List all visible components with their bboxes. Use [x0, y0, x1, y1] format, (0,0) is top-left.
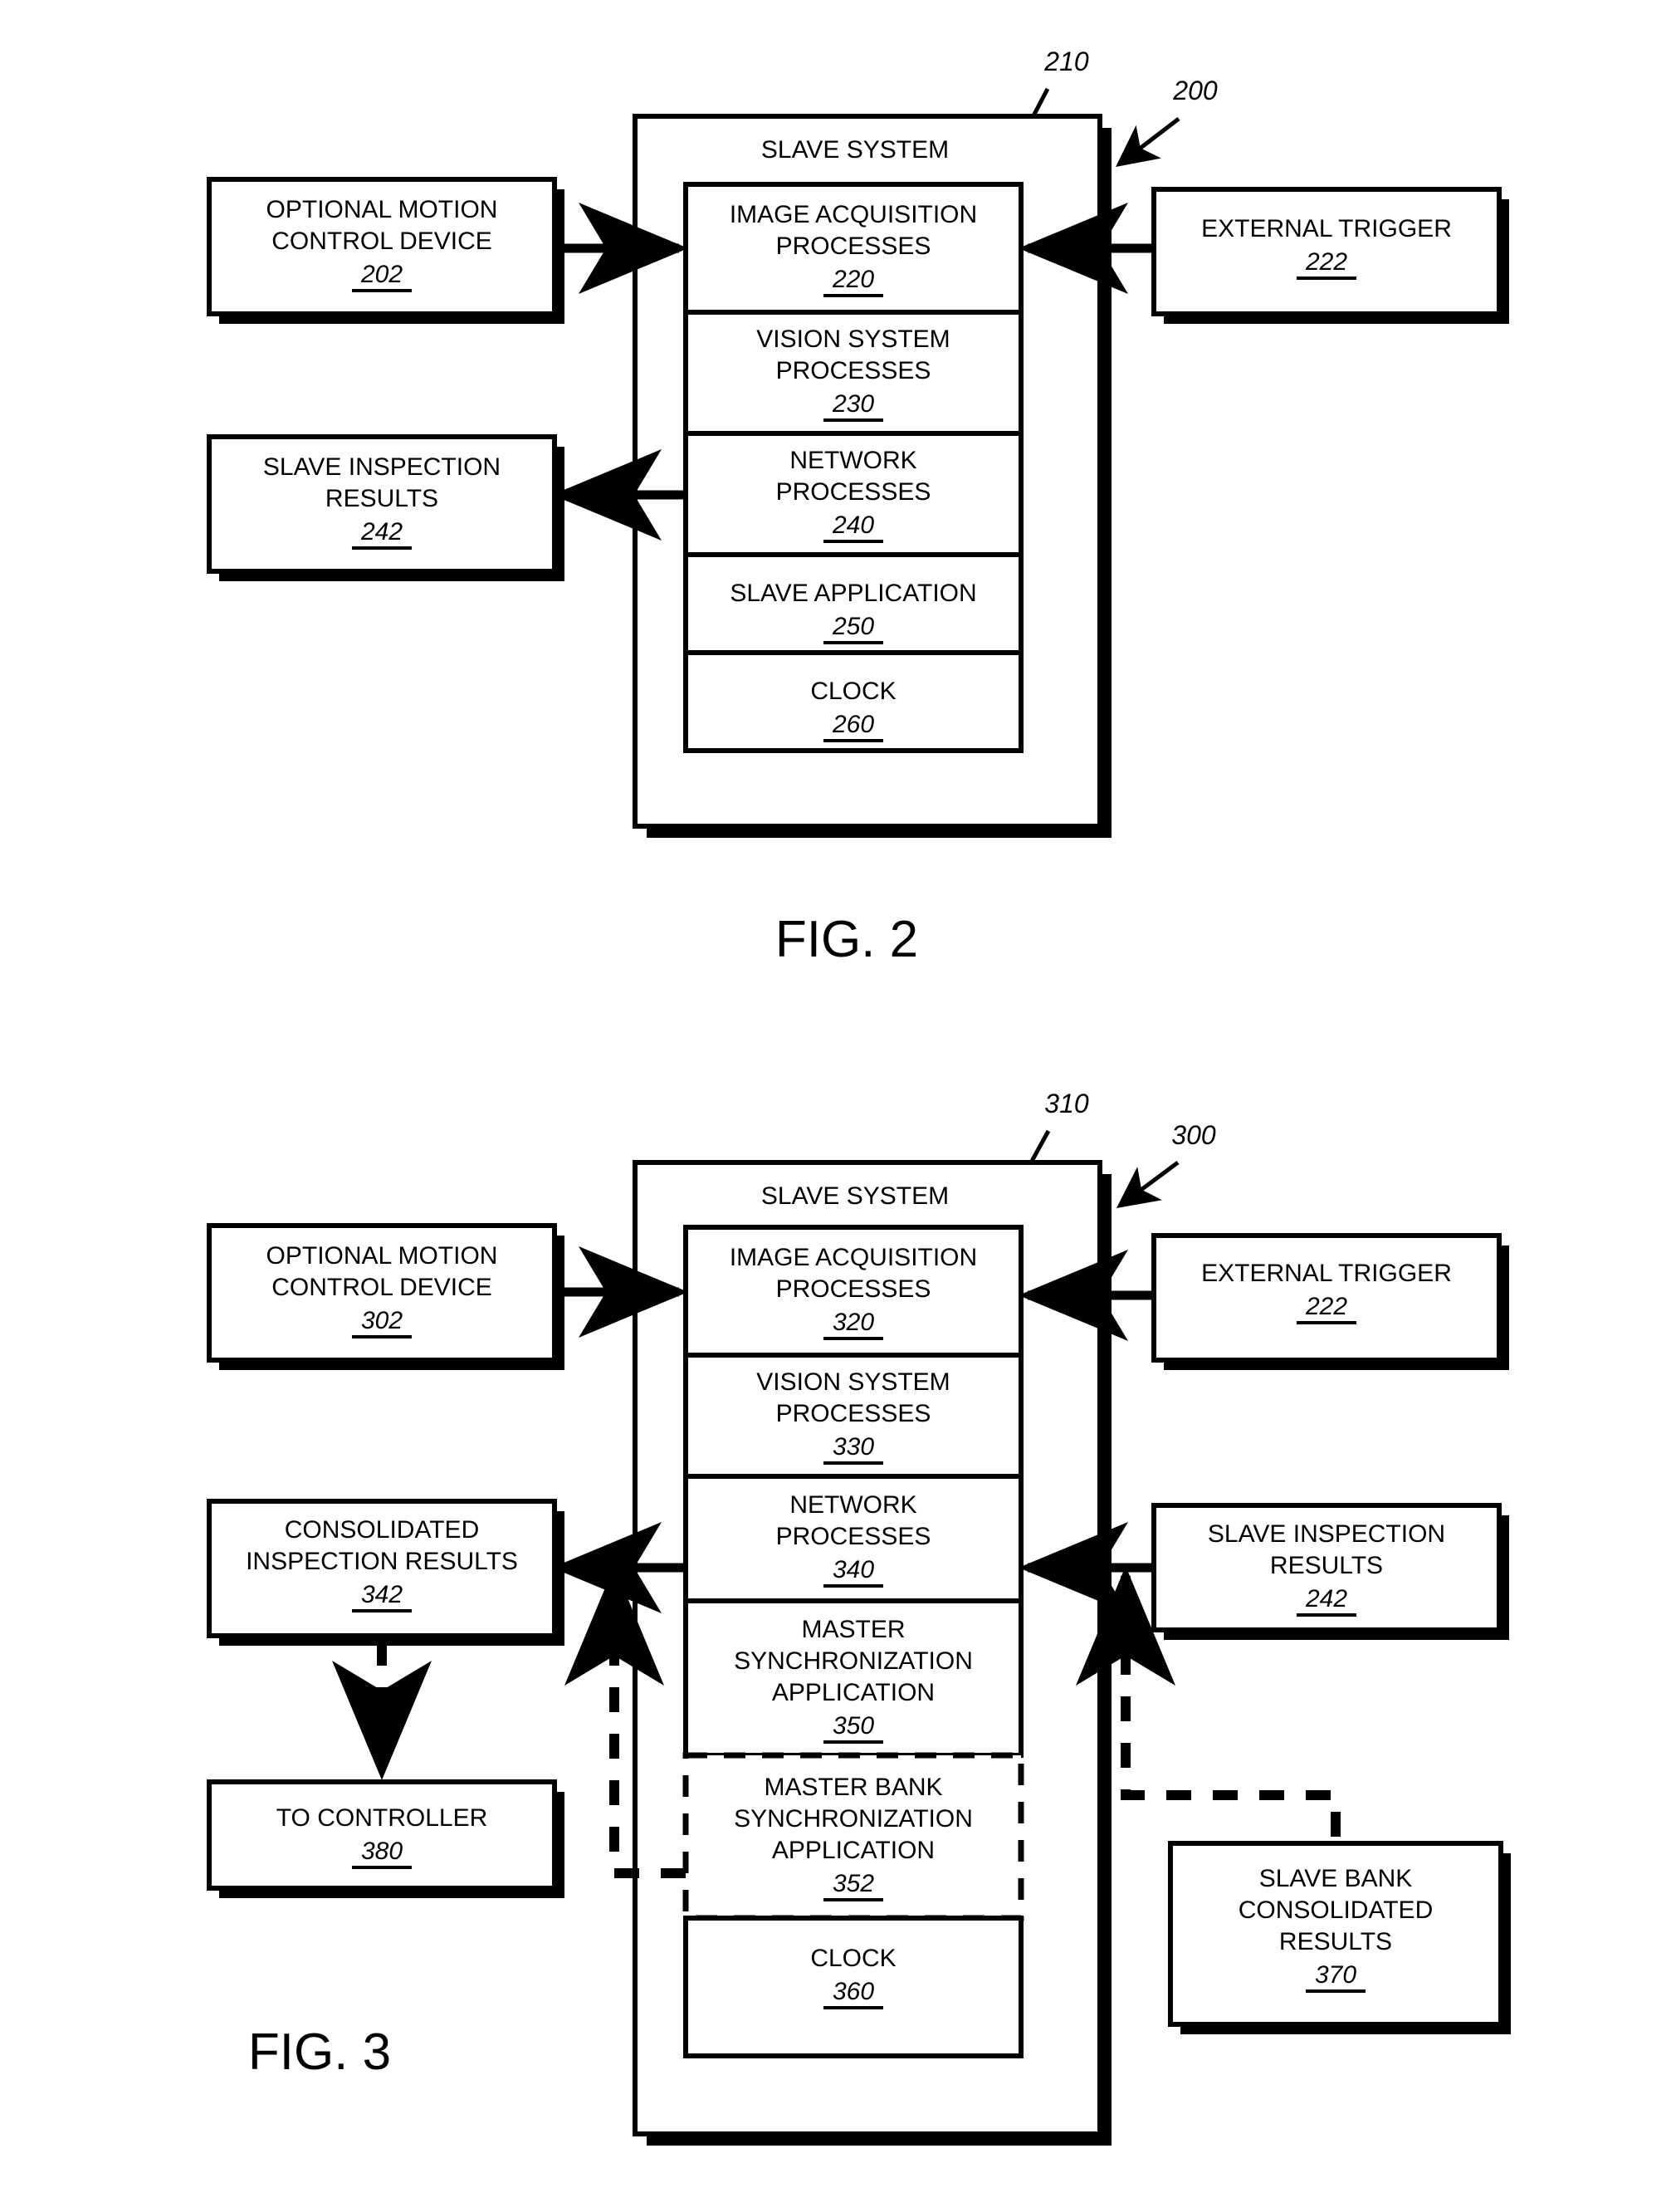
- module-vision-system-f3-line1: VISION SYSTEM: [756, 1368, 950, 1396]
- slave-bank-consolidated-results-ref: 370: [1315, 1961, 1356, 1989]
- process-stack-210: IMAGE ACQUISITION PROCESSES 220 VISION S…: [683, 182, 1024, 753]
- module-image-acquisition-f3-line1: IMAGE ACQUISITION: [730, 1244, 977, 1271]
- process-stack-310: IMAGE ACQUISITION PROCESSES 320 VISION S…: [682, 1225, 1024, 2058]
- module-network-line2: PROCESSES: [776, 478, 931, 506]
- module-clock-line1: CLOCK: [810, 678, 896, 705]
- module-master-bank-sync-line2: SYNCHRONIZATION: [734, 1805, 973, 1833]
- slave-inspection-results-line2: RESULTS: [325, 485, 438, 512]
- module-master-sync-ref: 350: [833, 1712, 874, 1740]
- patent-figure-sheet: 210 200 SLAVE SYSTEM OPTIONAL MOTION CON…: [0, 0, 1671, 2212]
- module-vision-system-f3-ref: 330: [833, 1433, 874, 1461]
- fig-2-label: FIG. 2: [775, 911, 918, 968]
- module-network-line1: NETWORK: [789, 447, 916, 474]
- consolidated-inspection-results-line2: INSPECTION RESULTS: [246, 1548, 518, 1575]
- to-controller-box: [207, 1779, 557, 1891]
- slave-system-title-f3: SLAVE SYSTEM: [761, 1182, 949, 1210]
- module-master-sync-line3: APPLICATION: [772, 1679, 935, 1706]
- module-network-f3-ref: 340: [833, 1556, 874, 1583]
- to-controller-line1: TO CONTROLLER: [276, 1804, 488, 1832]
- optional-motion-control-device-line1: OPTIONAL MOTION: [266, 196, 498, 223]
- module-clock-f3-ref: 360: [833, 1978, 874, 2005]
- consolidated-inspection-results-line1: CONSOLIDATED: [285, 1516, 479, 1544]
- slave-bank-consolidated-results-line3: RESULTS: [1279, 1928, 1392, 1955]
- module-master-bank-sync-line3: APPLICATION: [772, 1837, 935, 1864]
- module-image-acquisition-line1: IMAGE ACQUISITION: [730, 201, 977, 228]
- external-trigger-f3-line1: EXTERNAL TRIGGER: [1201, 1260, 1452, 1287]
- slave-inspection-results-f3-line2: RESULTS: [1270, 1552, 1383, 1579]
- module-network-f3-line2: PROCESSES: [776, 1523, 931, 1550]
- optional-motion-control-device-f3-line2: CONTROL DEVICE: [271, 1274, 492, 1301]
- module-vision-system-line1: VISION SYSTEM: [756, 325, 950, 353]
- module-master-bank-sync-ref: 352: [833, 1870, 874, 1897]
- callout-210-label: 210: [1043, 46, 1089, 76]
- external-trigger-ref: 222: [1305, 248, 1347, 276]
- module-vision-system-ref: 230: [832, 390, 874, 418]
- slave-inspection-results-f3-ref: 242: [1305, 1585, 1347, 1613]
- callout-300-label: 300: [1171, 1120, 1216, 1150]
- module-vision-system-line2: PROCESSES: [776, 357, 931, 384]
- callout-200-label: 200: [1172, 76, 1218, 105]
- module-master-sync-line2: SYNCHRONIZATION: [734, 1647, 973, 1675]
- module-image-acquisition-ref: 220: [832, 266, 874, 293]
- slave-bank-consolidated-results-line2: CONSOLIDATED: [1239, 1896, 1433, 1924]
- slave-inspection-results-ref: 242: [360, 518, 403, 546]
- module-clock-f3-line1: CLOCK: [810, 1945, 896, 1972]
- consolidated-inspection-results-ref: 342: [361, 1581, 403, 1608]
- to-controller-ref: 380: [361, 1838, 403, 1865]
- external-trigger-line1: EXTERNAL TRIGGER: [1201, 215, 1452, 242]
- module-network-f3-line1: NETWORK: [789, 1491, 916, 1519]
- module-image-acquisition-f3-line2: PROCESSES: [776, 1275, 931, 1303]
- module-image-acquisition-line2: PROCESSES: [776, 232, 931, 260]
- figure-canvas: 210 200 SLAVE SYSTEM OPTIONAL MOTION CON…: [0, 0, 1671, 2212]
- optional-motion-control-device-ref: 202: [360, 261, 403, 288]
- module-network-ref: 240: [832, 511, 874, 539]
- module-master-sync-line1: MASTER: [801, 1616, 905, 1643]
- module-slave-application-ref: 250: [832, 613, 874, 640]
- module-slave-application-line1: SLAVE APPLICATION: [730, 580, 976, 607]
- module-vision-system-f3-line2: PROCESSES: [776, 1400, 931, 1427]
- module-master-bank-sync-line1: MASTER BANK: [764, 1774, 942, 1801]
- slave-inspection-results-f3-line1: SLAVE INSPECTION: [1208, 1520, 1445, 1548]
- slave-bank-consolidated-results-line1: SLAVE BANK: [1259, 1865, 1413, 1892]
- optional-motion-control-device-f3-line1: OPTIONAL MOTION: [266, 1242, 498, 1270]
- fig-3-label: FIG. 3: [248, 2024, 391, 2081]
- callout-310-label: 310: [1044, 1089, 1089, 1118]
- module-image-acquisition-f3-ref: 320: [833, 1309, 874, 1336]
- external-trigger-f3-ref: 222: [1305, 1293, 1347, 1320]
- optional-motion-control-device-f3-ref: 302: [361, 1307, 403, 1334]
- module-clock-ref: 260: [832, 711, 874, 738]
- optional-motion-control-device-line2: CONTROL DEVICE: [271, 228, 492, 255]
- slave-system-title: SLAVE SYSTEM: [761, 136, 949, 164]
- slave-inspection-results-line1: SLAVE INSPECTION: [263, 453, 501, 481]
